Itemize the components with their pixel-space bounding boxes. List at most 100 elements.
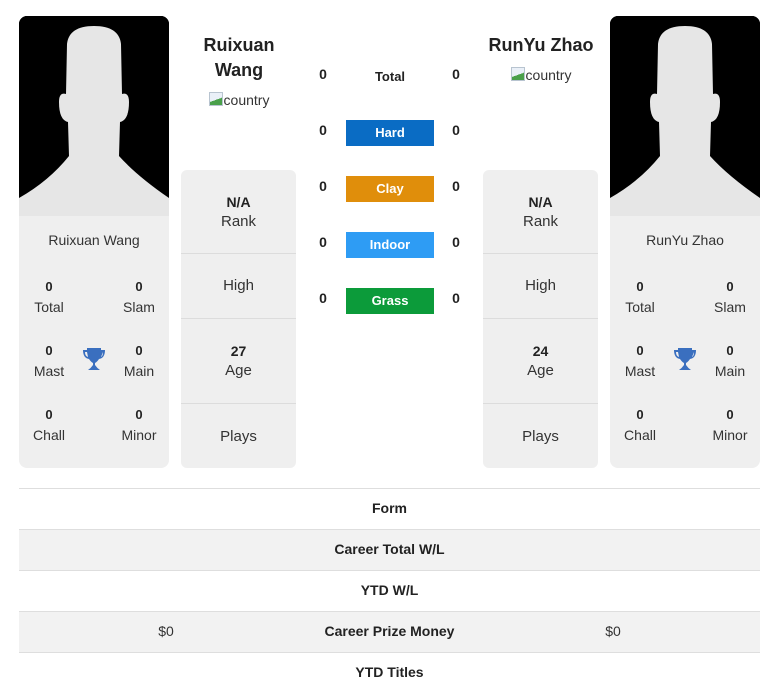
age-value: 24 [532,343,549,359]
table-row-ytd-wl: YTD W/L [19,570,760,611]
surface-hard-badge: Hard [346,120,434,146]
stat-total-left: 0 Total [19,277,79,317]
stat-label: Chall [33,427,65,443]
stat-label: Main [714,363,746,379]
surface-clay-badge: Clay [346,176,434,202]
stat-minor-right: 0 Minor [700,405,760,445]
surface-indoor-left: 0 [319,234,327,250]
row-label: Form [372,500,407,516]
age-row-right: 24 Age [483,319,598,404]
stat-value: 0 [135,343,143,358]
surface-indoor-badge: Indoor [346,232,434,258]
player-header-name-right[interactable]: RunYu Zhao [466,33,616,58]
stat-value: 0 [135,407,143,422]
row-label: YTD Titles [355,664,424,680]
surface-grass-right: 0 [452,290,460,306]
stat-value: 0 [135,279,143,294]
stat-mast-left: 0 Mast [19,341,79,381]
rank-value: N/A [528,194,553,210]
high-row-right: High [483,254,598,319]
player-name-left: Ruixuan Wang [48,232,140,248]
stat-label: Total [34,299,64,315]
name-line: Ruixuan [203,35,275,55]
avatar-left [19,16,169,216]
right-value: $0 [605,623,621,639]
stat-slam-left: 0 Slam [109,277,169,317]
age-value: 27 [230,343,247,359]
rank-label: Rank [220,213,257,230]
stat-label: Minor [121,427,157,443]
surface-clay-left: 0 [319,178,327,194]
stat-value: 0 [726,407,734,422]
avatar-right [610,16,760,216]
stat-value: 0 [636,407,644,422]
row-label: YTD W/L [360,582,419,598]
trophy-icon [83,348,105,370]
stat-label: Main [123,363,155,379]
stat-label: Slam [714,299,746,315]
age-row-left: 27 Age [181,319,296,404]
broken-image-icon [208,92,223,106]
stat-main-right: 0 Main [700,341,760,381]
plays-row-left: Plays [181,404,296,468]
surface-total-left: 0 [319,66,327,82]
high-label: High [525,277,556,294]
stat-value: 0 [636,279,644,294]
name-line: RunYu Zhao [488,35,594,55]
broken-image-icon [510,67,525,81]
stat-total-right: 0 Total [610,277,670,317]
rank-value: N/A [226,194,251,210]
plays-row-right: Plays [483,404,598,468]
player-card-left: Ruixuan Wang 0 Total 0 Slam 0 Mast 0 Mai… [19,16,169,468]
player-name-right: RunYu Zhao [646,232,724,248]
age-label: Age [527,362,554,379]
stat-label: Total [625,299,655,315]
player-card-right: RunYu Zhao 0 Total 0 Slam 0 Mast 0 Main … [610,16,760,468]
row-label: Career Total W/L [334,541,445,557]
stat-label: Minor [712,427,748,443]
surface-grass-badge: Grass [346,288,434,314]
stat-chall-right: 0 Chall [610,405,670,445]
flag-alt-text: country [223,92,270,108]
surface-grass-left: 0 [319,290,327,306]
name-line: Wang [214,60,264,80]
age-label: Age [225,362,252,379]
info-panel-right: N/A Rank High 24 Age Plays [483,170,598,468]
high-row-left: High [181,254,296,319]
stat-label: Slam [123,299,155,315]
surface-total-right: 0 [452,66,460,82]
rank-row-left: N/A Rank [181,170,296,254]
country-flag-right: country [466,67,616,83]
rank-label: Rank [522,213,559,230]
stat-value: 0 [45,407,53,422]
info-panel-left: N/A Rank High 27 Age Plays [181,170,296,468]
surface-clay-right: 0 [452,178,460,194]
surface-indoor-right: 0 [452,234,460,250]
stat-value: 0 [45,343,53,358]
flag-alt-text: country [525,67,572,83]
stat-value: 0 [45,279,53,294]
table-row-ytd-titles: YTD Titles [19,652,760,693]
stat-chall-left: 0 Chall [19,405,79,445]
table-row-form: Form [19,488,760,529]
stat-label: Mast [33,363,65,379]
stat-value: 0 [636,343,644,358]
stat-value: 0 [726,343,734,358]
plays-label: Plays [522,428,559,445]
player-header-name-left[interactable]: Ruixuan Wang [164,33,314,83]
plays-label: Plays [220,428,257,445]
stat-mast-right: 0 Mast [610,341,670,381]
stat-label: Chall [624,427,656,443]
table-row-career-total-wl: Career Total W/L [19,529,760,570]
stat-slam-right: 0 Slam [700,277,760,317]
stat-minor-left: 0 Minor [109,405,169,445]
silhouette-icon [610,16,760,216]
surface-hard-right: 0 [452,122,460,138]
rank-row-right: N/A Rank [483,170,598,254]
trophy-icon [674,348,696,370]
table-row-career-prize-money: $0 Career Prize Money $0 [19,611,760,652]
country-flag-left: country [164,92,314,108]
surface-hard-left: 0 [319,122,327,138]
high-label: High [223,277,254,294]
silhouette-icon [19,16,169,216]
